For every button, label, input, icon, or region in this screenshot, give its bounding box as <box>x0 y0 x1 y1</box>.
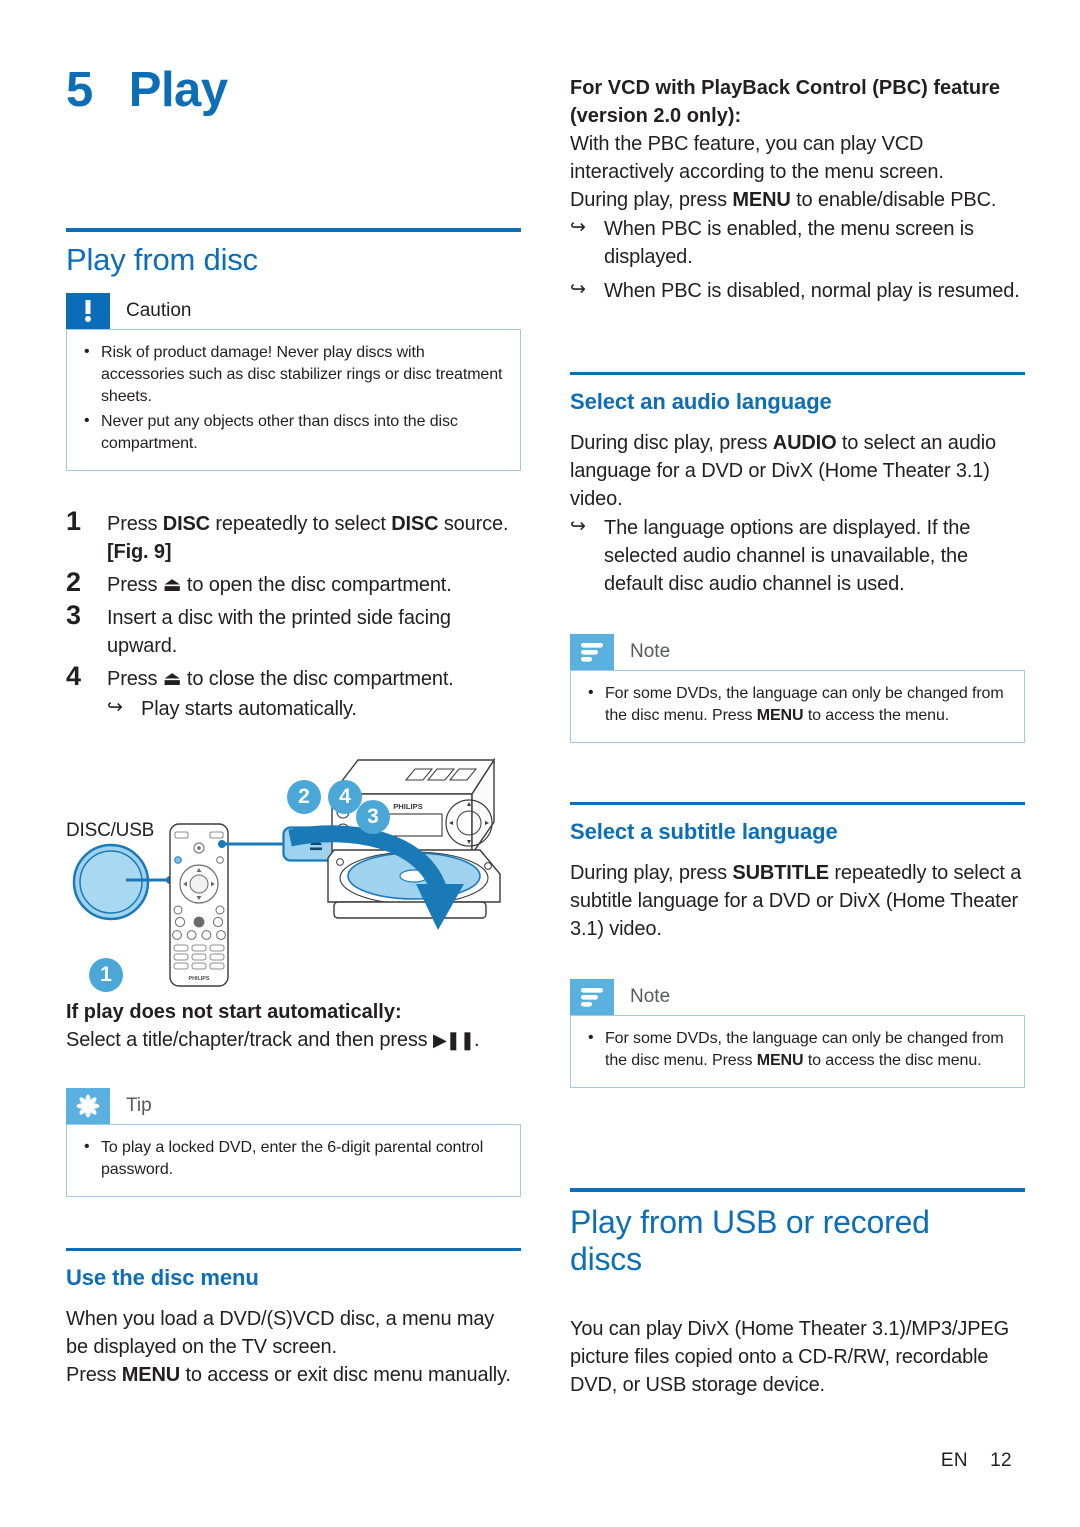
tip-callout: Tip To play a locked DVD, enter the 6-di… <box>66 1088 521 1197</box>
note-icon <box>570 979 614 1015</box>
note-callout-body: For some DVDs, the language can only be … <box>570 1015 1025 1088</box>
audio-language-result: ↪ The language options are displayed. If… <box>570 514 1025 598</box>
arrow-icon: ↪ <box>570 279 586 300</box>
step-2: 2 Press ⏏ to open the disc compartment. <box>66 566 521 599</box>
pbc-paragraph-2: During play, press MENU to enable/disabl… <box>570 189 997 211</box>
section-heading-subtitle-language: Select a subtitle language <box>570 819 838 844</box>
arrow-icon: ↪ <box>570 217 586 238</box>
arrow-icon: ↪ <box>570 516 586 537</box>
list-item: For some DVDs, the language can only be … <box>581 682 1010 728</box>
arrow-icon: ↪ <box>107 696 123 718</box>
step-3: 3 Insert a disc with the printed side fa… <box>66 599 521 660</box>
callout-badge-3: 3 <box>356 800 390 834</box>
caution-callout-body: Risk of product damage! Never play discs… <box>66 328 521 471</box>
section-rule <box>570 372 1025 375</box>
callout-leader-line-2 <box>218 840 286 848</box>
section-rule <box>66 1248 521 1251</box>
footer-language: EN <box>940 1450 969 1471</box>
svg-text:PHILIPS: PHILIPS <box>189 976 210 982</box>
usb-paragraph: You can play DivX (Home Theater 3.1)/MP3… <box>570 1317 1010 1396</box>
section-play-from-usb: Play from USB or recored discs You can p… <box>570 1188 1025 1399</box>
if-play-heading: If play does not start automatically: <box>66 1001 402 1023</box>
if-play-text: Select a title/chapter/track and then pr… <box>66 1029 480 1051</box>
note-callout-audio: Note For some DVDs, the language can onl… <box>570 634 1025 743</box>
note-list: For some DVDs, the language can only be … <box>581 1027 1010 1073</box>
list-item: To play a locked DVD, enter the 6-digit … <box>77 1136 506 1182</box>
note-callout-title: Note <box>630 641 671 662</box>
tip-icon <box>66 1088 110 1124</box>
use-disc-menu-paragraph-1: When you load a DVD/(S)VCD disc, a menu … <box>66 1308 495 1358</box>
section-subtitle-language: Select a subtitle language During play, … <box>570 802 1025 1088</box>
list-item: Never put any objects other than discs i… <box>77 410 506 456</box>
use-disc-menu-paragraph-2: Press MENU to access or exit disc menu m… <box>66 1364 511 1386</box>
section-play-from-disc: Play from disc Caution Risk of product d… <box>66 228 521 723</box>
section-heading-play-from-usb: Play from USB or recored discs <box>570 1204 930 1278</box>
if-play-block: If play does not start automatically: Se… <box>66 998 521 1197</box>
note-callout-body: For some DVDs, the language can only be … <box>570 670 1025 743</box>
arrow-text: When PBC is enabled, the menu screen is … <box>604 218 974 268</box>
procedure-steps: 1 Press DISC repeatedly to select DISC s… <box>66 505 521 723</box>
page-footer: EN 12 <box>941 1450 1012 1472</box>
caution-callout-tab: Caution <box>66 292 521 329</box>
document-page: 5 Play Play from disc Caution • Risk of … <box>0 0 1080 1527</box>
section-use-disc-menu: Use the disc menu When you load a DVD/(S… <box>66 1248 521 1389</box>
list-item: For some DVDs, the language can only be … <box>581 1027 1010 1073</box>
svg-text:PHILIPS: PHILIPS <box>393 802 423 811</box>
pbc-heading-line-1: For VCD with PlayBack Control (PBC) feat… <box>570 77 1001 99</box>
step-number: 4 <box>66 660 82 691</box>
note-callout-subtitle: Note For some DVDs, the language can onl… <box>570 979 1025 1088</box>
step-text: Press ⏏ to close the disc compartment. <box>107 667 454 690</box>
section-rule <box>66 228 521 232</box>
section-rule <box>570 1188 1025 1192</box>
note-list: For some DVDs, the language can only be … <box>581 682 1010 728</box>
page-title: 5 Play <box>66 62 228 118</box>
arrow-text: Play starts automatically. <box>141 697 357 720</box>
step-4: 4 Press ⏏ to close the disc compartment. <box>66 660 521 693</box>
note-callout-tab: Note <box>570 979 1025 1015</box>
step-number: 3 <box>66 599 82 630</box>
footer-page-number: 12 <box>990 1450 1012 1471</box>
note-icon <box>570 634 614 670</box>
disc-loading-illustration: DISC/USB 1 PHILIPS 2 4 PHILIPS 3 <box>66 742 521 994</box>
pbc-block: For VCD with PlayBack Control (PBC) feat… <box>570 74 1025 305</box>
section-heading-use-disc-menu: Use the disc menu <box>66 1265 259 1290</box>
section-audio-language: Select an audio language During disc pla… <box>570 372 1025 743</box>
step-number: 1 <box>66 505 82 536</box>
section-rule <box>570 802 1025 805</box>
tip-list: To play a locked DVD, enter the 6-digit … <box>77 1136 506 1182</box>
callout-badge-1: 1 <box>89 958 123 992</box>
pbc-result-2: ↪ When PBC is disabled, normal play is r… <box>570 277 1025 305</box>
step-text: Insert a disc with the printed side faci… <box>107 606 451 657</box>
caution-list: Risk of product damage! Never play discs… <box>77 341 506 456</box>
play-pause-icon: ▶❚❚ <box>432 1030 475 1050</box>
arrow-text: When PBC is disabled, normal play is res… <box>604 280 1020 302</box>
step-number: 2 <box>66 566 82 597</box>
list-item: Risk of product damage! Never play discs… <box>77 341 506 409</box>
step-text: Press ⏏ to open the disc compartment. <box>107 573 452 596</box>
pbc-paragraph: With the PBC feature, you can play VCD i… <box>570 133 944 183</box>
note-callout-tab: Note <box>570 634 1025 670</box>
caution-callout-title: Caution <box>126 299 192 321</box>
tip-callout-title: Tip <box>126 1095 152 1116</box>
disc-usb-label: DISC/USB <box>66 820 155 841</box>
note-callout-title: Note <box>630 986 671 1007</box>
step-1: 1 Press DISC repeatedly to select DISC s… <box>66 505 521 566</box>
section-heading-audio-language: Select an audio language <box>570 389 832 414</box>
tip-callout-body: To play a locked DVD, enter the 6-digit … <box>66 1124 521 1197</box>
tip-callout-tab: Tip <box>66 1088 521 1124</box>
section-heading-play-from-disc: Play from disc <box>66 242 258 277</box>
pbc-heading-line-2: (version 2.0 only): <box>570 105 742 127</box>
caution-callout: Caution Risk of product damage! Never pl… <box>66 292 521 471</box>
caution-icon <box>66 292 110 329</box>
pbc-result-1: ↪ When PBC is enabled, the menu screen i… <box>570 215 1025 271</box>
subtitle-language-paragraph: During play, press SUBTITLE repeatedly t… <box>570 862 1022 940</box>
arrow-text: The language options are displayed. If t… <box>604 517 971 595</box>
chapter-number: 5 <box>66 63 93 117</box>
step-text: Press DISC repeatedly to select DISC sou… <box>107 512 509 563</box>
step-4-result: ↪ Play starts automatically. <box>107 695 521 723</box>
audio-language-paragraph: During disc play, press AUDIO to select … <box>570 432 996 510</box>
chapter-title: Play <box>128 63 228 117</box>
insert-disc-arrow-icon <box>288 825 464 930</box>
callout-badge-2: 2 <box>287 780 321 814</box>
